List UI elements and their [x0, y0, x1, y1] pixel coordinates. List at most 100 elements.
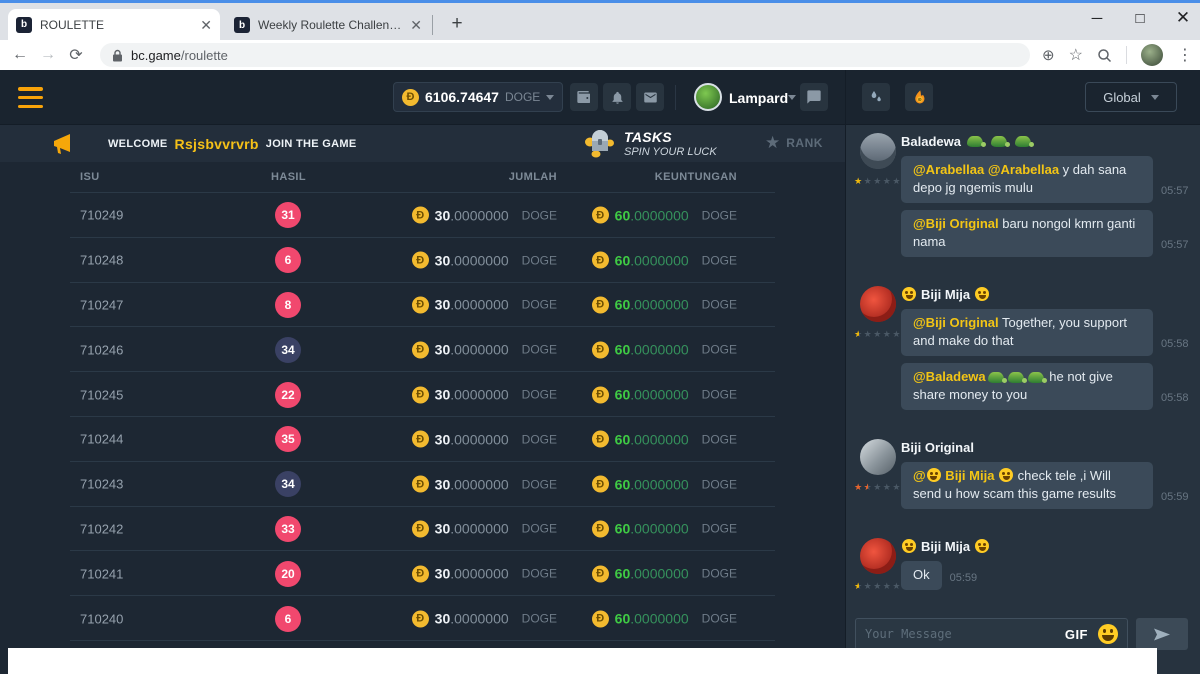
balance-currency: DOGE [505, 90, 540, 104]
maximize-button[interactable]: □ [1120, 3, 1160, 33]
profit-cell: Đ 60.0000000 DOGE [592, 296, 737, 313]
profit-cell: Đ 60.0000000 DOGE [592, 207, 737, 224]
welcome-message: WELCOME Rsjsbvvrvrb JOIN THE GAME [108, 136, 356, 152]
user-name[interactable]: Lampard [729, 90, 788, 106]
currency-label: DOGE [702, 432, 737, 446]
megaphone-icon [50, 133, 74, 154]
currency-label: DOGE [702, 522, 737, 536]
currency-label: DOGE [522, 567, 557, 581]
avatar[interactable] [860, 286, 896, 322]
search-icon[interactable] [1097, 48, 1112, 63]
currency-label: DOGE [702, 343, 737, 357]
welcome-suffix: JOIN THE GAME [266, 138, 357, 150]
result-number-badge: 34 [275, 471, 301, 497]
rank-label: RANK [786, 136, 823, 150]
rank-star-icon: ★ [765, 134, 780, 151]
doge-coin-icon: Đ [592, 207, 609, 224]
chat-username[interactable]: Biji Mija [901, 286, 1200, 302]
doge-coin-icon: Đ [412, 520, 429, 537]
avatar[interactable] [860, 439, 896, 475]
bottom-white-strip [8, 648, 1157, 674]
currency-label: DOGE [702, 477, 737, 491]
column-isu: ISU [80, 171, 100, 183]
message-timestamp: 05:59 [950, 569, 978, 587]
doge-coin-icon: Đ [592, 610, 609, 627]
bet-amount-cell: Đ 30.0000000 DOGE [412, 207, 557, 224]
bet-id: 710244 [80, 432, 123, 447]
new-tab-button[interactable]: + [444, 11, 470, 37]
mail-icon [643, 90, 658, 105]
notifications-button[interactable] [603, 83, 631, 111]
chat-message-group: ★★★★★★★★★★ Biji Original @ Biji Mija che… [855, 439, 1200, 509]
reload-icon[interactable]: ⟳ [62, 45, 90, 65]
chat-bubble: @Biji Original baru nongol kmrn ganti na… [901, 210, 1153, 257]
bookmark-star-icon[interactable]: ☆ [1069, 45, 1083, 65]
currency-label: DOGE [522, 612, 557, 626]
avatar[interactable] [860, 133, 896, 169]
doge-coin-icon: Đ [412, 296, 429, 313]
chat-input-box[interactable]: GIF [855, 618, 1128, 650]
smiley-icon[interactable] [1098, 624, 1118, 644]
message-timestamp: 05:58 [1161, 389, 1189, 407]
menu-dots-icon[interactable]: ⋮ [1177, 45, 1193, 65]
grin-emoji [975, 539, 989, 553]
message-timestamp: 05:58 [1161, 335, 1189, 353]
chat-bubble: @Arabellaa @Arabellaa y dah sana depo jg… [901, 156, 1153, 203]
message-input[interactable] [865, 627, 1061, 641]
doge-coin-icon: Đ [592, 296, 609, 313]
bet-amount-cell: Đ 30.0000000 DOGE [412, 431, 557, 448]
user-avatar[interactable] [694, 83, 722, 111]
url-field[interactable]: bc.game/roulette [100, 43, 1030, 67]
chat-username[interactable]: Baladewa [901, 133, 1200, 149]
balance-selector[interactable]: Đ 6106.74647 DOGE [393, 82, 563, 112]
tasks-widget[interactable]: TASKS SPIN YOUR LUCK [624, 129, 717, 158]
table-row: 710247 8 Đ 30.0000000 DOGE Đ 60.0000000 … [0, 283, 845, 328]
currency-label: DOGE [702, 208, 737, 222]
tab-close-icon[interactable]: ✕ [410, 18, 422, 32]
tab-close-icon[interactable]: ✕ [200, 18, 212, 32]
result-number-badge: 35 [275, 426, 301, 452]
result-number-badge: 20 [275, 561, 301, 587]
chat-username[interactable]: Biji Mija [901, 538, 1200, 554]
bet-id: 710248 [80, 253, 123, 268]
site-favicon: b [16, 17, 32, 33]
doge-coin-icon: Đ [592, 431, 609, 448]
forward-icon[interactable]: → [34, 46, 62, 64]
doge-coin-icon: Đ [412, 341, 429, 358]
turtle-emoji [1028, 372, 1044, 383]
results-table: ISU HASIL JUMLAH KEUNTUNGAN 710249 31 Đ … [0, 162, 845, 674]
send-button[interactable] [1136, 618, 1188, 650]
wallet-button[interactable] [570, 83, 598, 111]
bet-id: 710242 [80, 521, 123, 536]
doge-coin-icon: Đ [592, 565, 609, 582]
browser-profile-avatar[interactable] [1141, 44, 1163, 66]
chat-toggle-button[interactable] [800, 83, 828, 111]
toolbar-separator [1126, 46, 1127, 64]
avatar[interactable] [860, 538, 896, 574]
results-table-header: ISU HASIL JUMLAH KEUNTUNGAN [0, 162, 845, 193]
zoom-icon[interactable]: ⊕ [1042, 46, 1055, 64]
chat-region-selector[interactable]: Global [1085, 82, 1177, 112]
rank-widget[interactable]: ★ RANK [765, 134, 823, 151]
bet-id: 710245 [80, 387, 123, 402]
tab-weekly-challenge[interactable]: b Weekly Roulette Challenge - Win ✕ [228, 12, 428, 38]
tab-roulette[interactable]: b ROULETTE ✕ [8, 9, 220, 40]
chat-username[interactable]: Biji Original [901, 439, 1200, 455]
gif-button[interactable]: GIF [1065, 627, 1088, 642]
address-bar: ← → ⟳ bc.game/roulette ⊕ ☆ ⋮ [0, 40, 1200, 70]
back-icon[interactable]: ← [6, 46, 34, 64]
browser-tabstrip: b ROULETTE ✕ b Weekly Roulette Challenge… [0, 3, 1200, 40]
table-row: 710248 6 Đ 30.0000000 DOGE Đ 60.0000000 … [0, 238, 845, 283]
minimize-button[interactable]: ─ [1077, 3, 1117, 33]
bet-id: 710243 [80, 477, 123, 492]
chat-bubble: @Biji Original Together, you support and… [901, 309, 1153, 356]
profit-cell: Đ 60.0000000 DOGE [592, 476, 737, 493]
close-button[interactable]: ✕ [1163, 3, 1200, 33]
bonus-button[interactable]: Đ [905, 83, 933, 111]
hamburger-icon[interactable] [18, 85, 43, 110]
rain-icon [868, 89, 884, 105]
rain-button[interactable] [862, 83, 890, 111]
send-icon [1152, 627, 1172, 642]
welcome-username: Rsjsbvvrvrb [175, 136, 259, 152]
messages-button[interactable] [636, 83, 664, 111]
